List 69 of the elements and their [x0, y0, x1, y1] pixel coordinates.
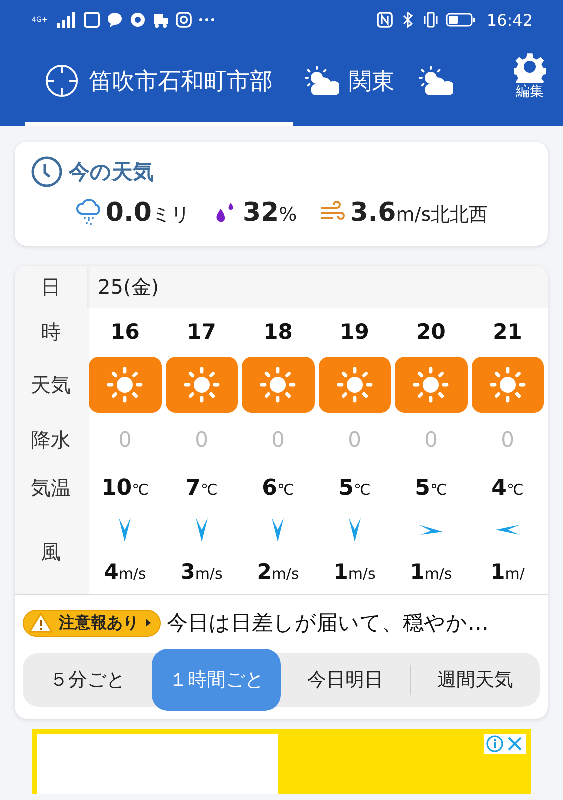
precipitation-value: 0: [347, 427, 362, 454]
hour-label: 18: [262, 319, 294, 346]
wind-speed: 3m/s: [180, 560, 223, 584]
row-label: 降水: [30, 426, 72, 454]
caret-icon: [145, 618, 152, 628]
precipitation-value: 0: [500, 427, 516, 454]
app-icon: [84, 12, 100, 28]
wind-arrow-icon: [271, 517, 286, 543]
rain-cloud-icon: [74, 199, 101, 227]
row-label: 風: [40, 538, 62, 566]
temperature-value: 10℃: [102, 476, 149, 500]
wind-speed: 1m/s: [334, 560, 376, 584]
date-label: 25(金): [98, 274, 160, 300]
wind-arrow-icon: [494, 524, 521, 536]
more-icon: [198, 18, 215, 22]
temperature-value: 6℃: [262, 476, 294, 500]
truck-icon: [152, 12, 169, 28]
precipitation-value: 0: [194, 427, 210, 454]
wind-speed: 4m/s: [104, 560, 146, 584]
row-label: 天気: [30, 372, 72, 398]
temperature-value: 5℃: [338, 476, 371, 500]
wind-arrow-icon: [418, 524, 444, 536]
period-tab[interactable]: 週間天気: [411, 653, 540, 707]
crosshair-icon: [45, 63, 79, 99]
row-label: 気温: [30, 474, 72, 502]
location-tab[interactable]: 関東: [293, 40, 407, 126]
close-icon[interactable]: [506, 735, 524, 753]
precipitation-value: 0: [424, 427, 439, 454]
row-label: 日: [40, 274, 62, 300]
sun-cloud-icon: [419, 66, 453, 96]
vibrate-icon: [422, 12, 439, 28]
wind-arrow-icon: [118, 517, 132, 543]
reading-text: 0.0 ミリ: [106, 198, 190, 228]
reading-text: 3.6m/s北北西: [350, 198, 488, 228]
reading-text: 32%: [242, 198, 298, 228]
period-tab[interactable]: 今日明日: [281, 653, 410, 707]
wind-speed: 1m/: [490, 560, 525, 584]
chat-icon: [106, 12, 123, 28]
signal-icon: [54, 12, 77, 28]
nfc-icon: [376, 12, 393, 28]
temperature-value: 4℃: [492, 476, 524, 500]
info-icon[interactable]: [486, 735, 504, 753]
hour-label: 17: [186, 319, 218, 346]
precipitation-value: 0: [270, 427, 286, 454]
row-label: 時: [40, 318, 62, 346]
clock-time: 16:42: [486, 10, 533, 30]
browser-icon: [130, 12, 146, 28]
temperature-value: 5℃: [415, 476, 448, 500]
sun-cloud-icon: [305, 66, 339, 96]
camera-icon: [176, 12, 192, 28]
section-title: 今の天気: [69, 159, 154, 186]
clock-icon: [31, 156, 63, 188]
alert-badge[interactable]: 注意報あり: [23, 610, 161, 636]
hour-label: 20: [416, 319, 447, 346]
hour-label: 21: [492, 319, 524, 346]
hour-label: 19: [339, 319, 370, 346]
wind-speed: 2m/s: [257, 560, 300, 584]
wind-arrow-icon: [348, 517, 362, 543]
warning-icon: [29, 613, 53, 633]
settings-icon: [514, 51, 546, 83]
location-tab[interactable]: 笛吹市石和町市部: [25, 40, 293, 126]
temperature-value: 7℃: [186, 476, 218, 500]
hour-label: 16: [110, 319, 141, 346]
period-tab[interactable]: ５分ごと: [23, 653, 152, 707]
battery-icon: [446, 12, 476, 28]
forecast-summary[interactable]: 今日は日差しが届いて、穏やか…: [167, 609, 489, 637]
precipitation-value: 0: [118, 427, 133, 454]
wind-speed: 1m/s: [410, 560, 452, 584]
wind-arrow-icon: [194, 517, 209, 543]
